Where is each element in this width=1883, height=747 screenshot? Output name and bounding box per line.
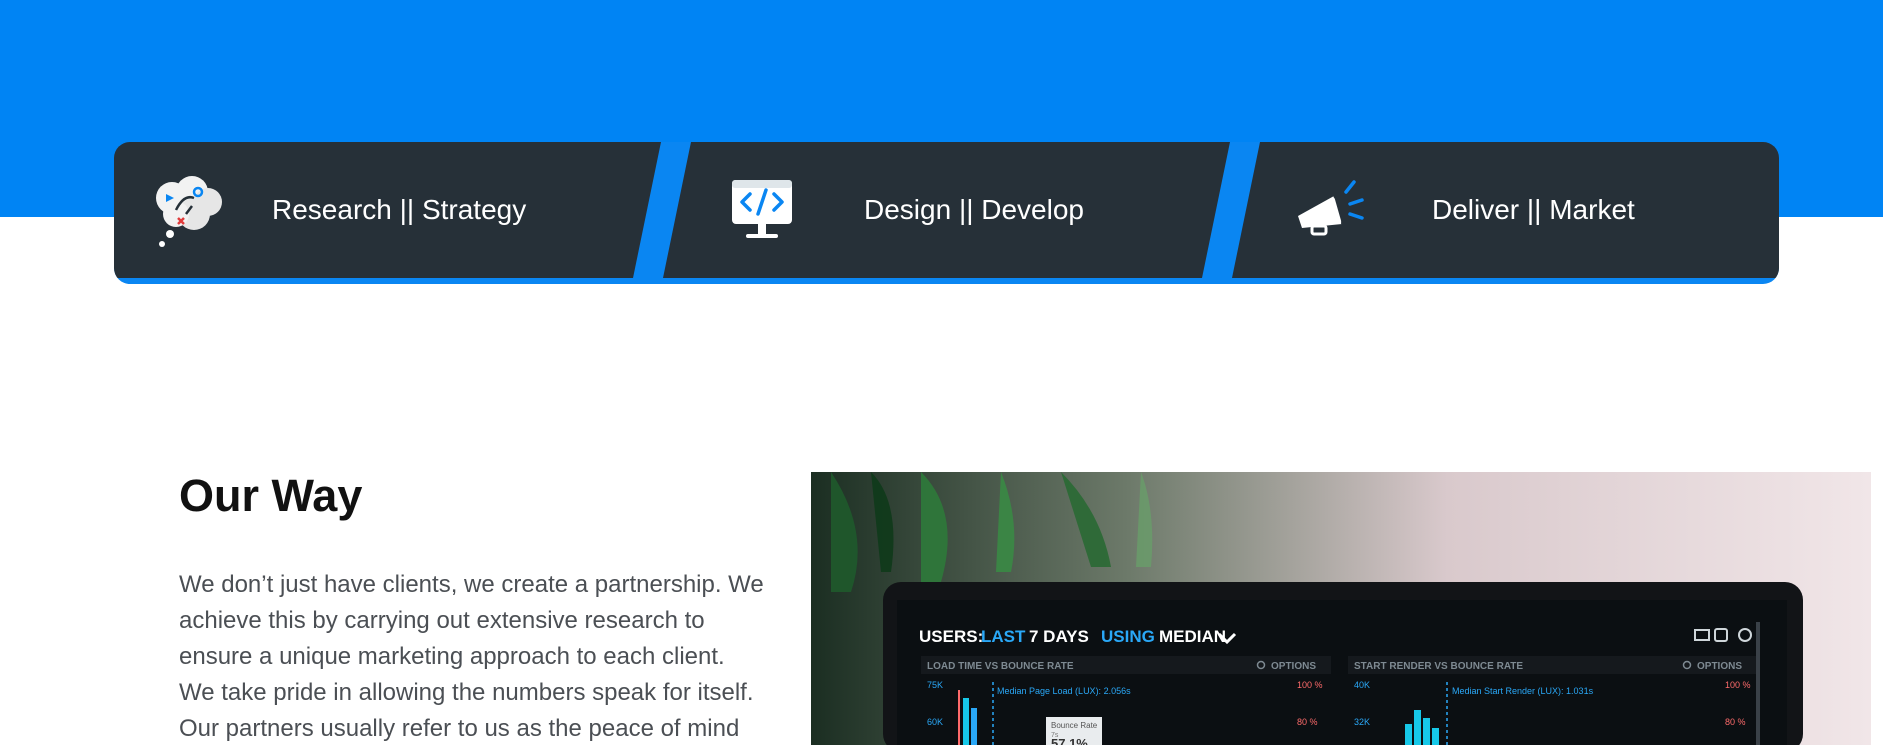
left-tick-top: 75K: [927, 680, 943, 690]
body-line: We take pride in allowing the numbers sp…: [179, 679, 754, 706]
right-bar: [1414, 710, 1421, 745]
right-tick-top: 40K: [1354, 680, 1370, 690]
bounce-tooltip-label: Bounce Rate: [1051, 721, 1098, 730]
megaphone-icon: [1288, 170, 1368, 250]
left-bar: [971, 708, 977, 745]
body-line: We don’t just have clients, we create a …: [179, 571, 764, 598]
right-pct-top: 100 %: [1725, 680, 1751, 690]
left-pct-top: 100 %: [1297, 680, 1323, 690]
service-research-strategy[interactable]: Research || Strategy: [150, 142, 526, 278]
code-monitor-icon: [722, 170, 802, 250]
screen-scrollbar: [1756, 622, 1760, 745]
left-panel-title: LOAD TIME VS BOUNCE RATE: [927, 661, 1074, 672]
service-label: Deliver || Market: [1432, 194, 1635, 225]
body-line: achieve this by carrying out extensive r…: [179, 607, 705, 634]
dashboard-header-days: 7 DAYS: [1029, 627, 1089, 646]
service-deliver-market[interactable]: Deliver || Market: [1288, 142, 1635, 278]
right-pct-mid: 80 %: [1725, 717, 1746, 727]
section-body: We don’t just have clients, we create a …: [179, 567, 779, 747]
dashboard-header-median: MEDIAN: [1159, 627, 1226, 646]
dashboard-header-prefix: USERS:: [919, 627, 983, 646]
right-median-label: Median Start Render (LUX): 1.031s: [1452, 686, 1594, 696]
right-panel-title: START RENDER VS BOUNCE RATE: [1354, 661, 1523, 672]
left-tick-mid: 60K: [927, 717, 943, 727]
brain-strategy-icon: [150, 170, 230, 250]
right-bar: [1423, 718, 1430, 745]
bounce-tooltip-value: 57.1%: [1051, 736, 1088, 745]
service-label: Research || Strategy: [272, 194, 527, 225]
services-bar: Research || Strategy Design || Develop D…: [114, 142, 1779, 284]
left-bar: [963, 698, 969, 745]
dashboard-header-mid: LAST: [981, 627, 1026, 646]
right-tick-mid: 32K: [1354, 717, 1370, 727]
right-options-label: OPTIONS: [1697, 661, 1742, 672]
service-design-develop[interactable]: Design || Develop: [722, 142, 1084, 278]
body-line: Our partners usually refer to us as the …: [179, 715, 740, 742]
right-bar: [1405, 724, 1412, 745]
section-title: Our Way: [179, 470, 363, 521]
body-line: ensure a unique marketing approach to ea…: [179, 643, 725, 670]
left-options-label: OPTIONS: [1271, 661, 1316, 672]
left-pct-mid: 80 %: [1297, 717, 1318, 727]
service-label: Design || Develop: [864, 194, 1084, 225]
laptop-analytics-photo: USERS: LAST 7 DAYS USING MEDIAN LOAD TIM…: [811, 472, 1871, 745]
right-bar: [1432, 728, 1439, 745]
dashboard-header-using: USING: [1101, 627, 1155, 646]
left-median-label: Median Page Load (LUX): 2.056s: [997, 686, 1131, 696]
